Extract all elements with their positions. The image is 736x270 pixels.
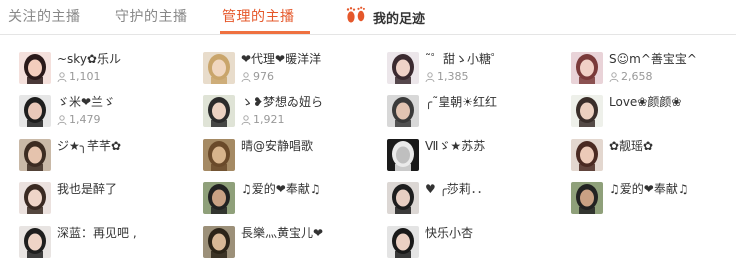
follower-count-value: 2,658 xyxy=(621,70,653,83)
person-icon xyxy=(425,72,435,82)
follower-count-value: 1,479 xyxy=(69,113,101,126)
anchor-avatar[interactable] xyxy=(571,95,603,127)
anchor-avatar[interactable] xyxy=(387,182,419,214)
anchor-item[interactable]: 我也是醉了 xyxy=(19,182,187,218)
anchor-name[interactable]: ╭˜皇朝☀红红 xyxy=(425,95,497,110)
follower-count-value: 976 xyxy=(253,70,274,83)
follower-count-value: 1,921 xyxy=(253,113,285,126)
anchor-item[interactable]: ♫爱的❤奉献♫ xyxy=(571,182,736,218)
anchor-name[interactable]: 我也是醉了 xyxy=(57,182,117,197)
anchor-name[interactable]: ˜゜甜ゝ小糖゜ xyxy=(425,52,503,67)
anchor-avatar[interactable] xyxy=(203,52,235,84)
follower-count-value: 1,385 xyxy=(437,70,469,83)
anchor-name[interactable]: Love❀颜颜❀ xyxy=(609,95,681,110)
anchor-name[interactable]: ✿靓瑶✿ xyxy=(609,139,653,154)
anchor-avatar[interactable] xyxy=(571,52,603,84)
anchor-item[interactable]: Ⅶゞ★苏苏 xyxy=(387,139,555,175)
anchor-item[interactable]: 深蓝：再见吧 , xyxy=(19,226,187,262)
anchor-item[interactable]: ╭˜皇朝☀红红 xyxy=(387,95,555,131)
person-icon xyxy=(57,72,67,82)
anchor-avatar[interactable] xyxy=(19,226,51,258)
anchor-item[interactable]: 晴@安静唱歌 xyxy=(203,139,371,175)
anchor-item[interactable]: ♥ ╭莎莉．． xyxy=(387,182,555,218)
anchor-avatar[interactable] xyxy=(203,139,235,171)
anchor-name[interactable]: ♥ ╭莎莉．． xyxy=(425,182,489,197)
follower-count: 1,921 xyxy=(241,114,285,126)
anchor-item[interactable]: ゝ❥梦想ゐ妞ら 1,921 xyxy=(203,95,371,131)
anchor-name[interactable]: 深蓝：再见吧 , xyxy=(57,226,137,241)
anchor-avatar[interactable] xyxy=(19,139,51,171)
follower-count-value: 1,101 xyxy=(69,70,101,83)
follower-count: 2,658 xyxy=(609,71,653,83)
anchor-name[interactable]: ❤代理❤暖洋洋 xyxy=(241,52,321,67)
follower-count: 1,479 xyxy=(57,114,101,126)
anchor-name[interactable]: Ⅶゞ★苏苏 xyxy=(425,139,485,154)
anchor-item[interactable]: ~sky✿乐ル 1,101 xyxy=(19,52,187,88)
anchor-name[interactable]: S☺m^善宝宝^ xyxy=(609,52,697,67)
anchor-name[interactable]: 快乐小杏 xyxy=(425,226,473,241)
follower-count: 1,101 xyxy=(57,71,101,83)
anchor-avatar[interactable] xyxy=(19,52,51,84)
person-icon xyxy=(241,72,251,82)
anchor-avatar[interactable] xyxy=(203,95,235,127)
anchor-item[interactable]: ˜゜甜ゝ小糖゜ 1,385 xyxy=(387,52,555,88)
anchor-name[interactable]: ♫爱的❤奉献♫ xyxy=(241,182,321,197)
anchor-name[interactable]: ゞ米❤兰ゞ xyxy=(57,95,115,110)
anchor-name[interactable]: 長樂灬黄宝儿❤ xyxy=(241,226,323,241)
anchor-item[interactable]: S☺m^善宝宝^ 2,658 xyxy=(571,52,736,88)
anchor-avatar[interactable] xyxy=(203,182,235,214)
anchor-name[interactable]: ♫爱的❤奉献♫ xyxy=(609,182,689,197)
anchor-item[interactable]: ゞ米❤兰ゞ 1,479 xyxy=(19,95,187,131)
person-icon xyxy=(609,72,619,82)
anchor-item[interactable]: 快乐小杏 xyxy=(387,226,555,262)
person-icon xyxy=(57,115,67,125)
anchor-name[interactable]: ~sky✿乐ル xyxy=(57,52,121,67)
anchor-avatar[interactable] xyxy=(571,139,603,171)
anchor-name[interactable]: ゝ❥梦想ゐ妞ら xyxy=(241,95,323,110)
anchor-item[interactable]: 長樂灬黄宝儿❤ xyxy=(203,226,371,262)
anchor-item[interactable]: Love❀颜颜❀ xyxy=(571,95,736,131)
anchor-avatar[interactable] xyxy=(387,139,419,171)
anchor-avatar[interactable] xyxy=(203,226,235,258)
anchor-item[interactable]: ✿靓瑶✿ xyxy=(571,139,736,175)
anchor-grid: ~sky✿乐ル 1,101 ❤代理❤暖洋洋 976 ˜゜甜ゝ小糖゜ 1,385 S☺m^善宝… xyxy=(0,0,736,270)
anchor-avatar[interactable] xyxy=(19,95,51,127)
anchor-avatar[interactable] xyxy=(571,182,603,214)
follower-count: 976 xyxy=(241,71,274,83)
person-icon xyxy=(241,115,251,125)
anchor-avatar[interactable] xyxy=(19,182,51,214)
anchor-name[interactable]: ジ★╮芊芊✿ xyxy=(57,139,121,154)
anchor-item[interactable]: ❤代理❤暖洋洋 976 xyxy=(203,52,371,88)
anchor-avatar[interactable] xyxy=(387,95,419,127)
follower-count: 1,385 xyxy=(425,71,469,83)
anchor-item[interactable]: ♫爱的❤奉献♫ xyxy=(203,182,371,218)
anchor-name[interactable]: 晴@安静唱歌 xyxy=(241,139,313,154)
anchor-avatar[interactable] xyxy=(387,226,419,258)
anchor-item[interactable]: ジ★╮芊芊✿ xyxy=(19,139,187,175)
anchor-avatar[interactable] xyxy=(387,52,419,84)
